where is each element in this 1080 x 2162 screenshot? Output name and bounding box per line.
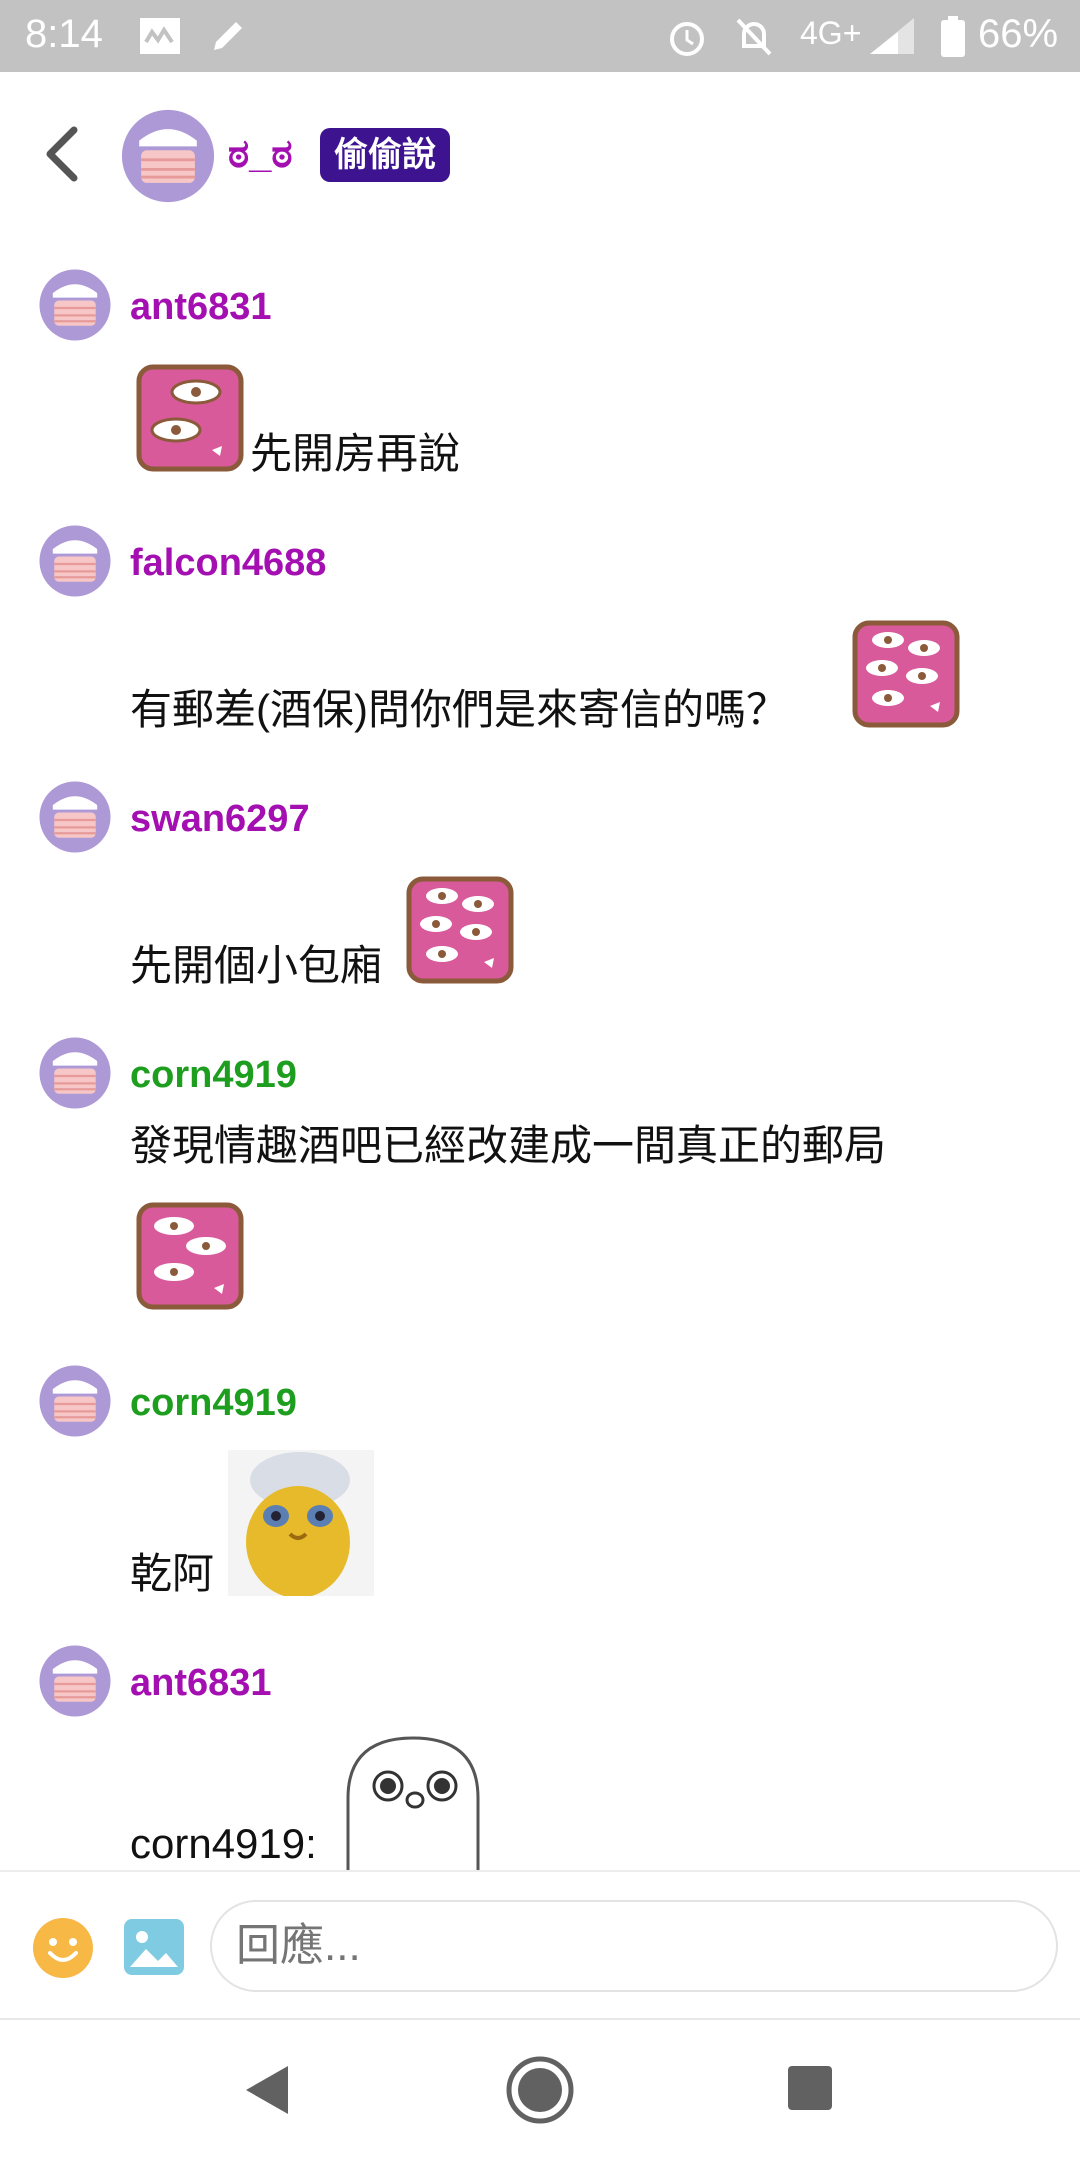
reply-input[interactable] [210, 1900, 1058, 1992]
nav-recents-icon[interactable] [786, 2064, 834, 2117]
message-text: 發現情趣酒吧已經改建成一間真正的郵局 [130, 1122, 887, 1169]
username[interactable]: corn4919 [130, 1054, 297, 1097]
edit-pencil-icon [208, 16, 248, 61]
message-text: corn4919: [130, 1820, 317, 1867]
message-text: 先開房再說 [250, 430, 461, 477]
message-feed[interactable]: ant6831 先開房再說 falcon4688 有郵差(酒保)問你們是來寄信的… [0, 240, 1080, 1870]
reply-composer [0, 1870, 1080, 2020]
back-icon[interactable] [38, 124, 88, 184]
message-text: 有郵差(酒保)問你們是來寄信的嗎？ [130, 686, 788, 733]
room-name: ಠ_ಠ [228, 132, 293, 176]
message-text: 乾阿 [130, 1550, 215, 1597]
system-nav-bar [0, 2018, 1080, 2162]
signal-icon [868, 16, 916, 61]
nav-back-icon[interactable] [242, 2062, 292, 2123]
network-type: 4G+ [800, 15, 862, 51]
username[interactable]: falcon4688 [130, 542, 326, 585]
image-notification-icon [138, 16, 182, 61]
status-time: 8:14 [25, 12, 103, 56]
user-avatar[interactable] [38, 1644, 112, 1718]
username[interactable]: swan6297 [130, 798, 310, 841]
user-avatar[interactable] [38, 780, 112, 854]
username[interactable]: ant6831 [130, 1662, 272, 1705]
user-avatar[interactable] [38, 524, 112, 598]
eyes-sticker-icon [406, 876, 514, 984]
white-ghost-sticker-icon [338, 1728, 488, 1870]
user-avatar[interactable] [38, 1364, 112, 1438]
username[interactable]: corn4919 [130, 1382, 297, 1425]
message-text: 先開個小包廂 [130, 942, 383, 989]
battery-icon [940, 16, 966, 63]
battery-percent: 66% [978, 12, 1059, 56]
username[interactable]: ant6831 [130, 286, 272, 329]
alarm-icon [666, 16, 708, 63]
nav-home-icon[interactable] [506, 2056, 574, 2129]
yellow-bird-sticker-icon [228, 1450, 374, 1598]
room-avatar[interactable] [120, 108, 216, 204]
status-bar: 8:14 4G+ 66% [0, 0, 1080, 72]
user-avatar[interactable] [38, 1036, 112, 1110]
user-avatar[interactable] [38, 268, 112, 342]
chat-header: ಠ_ಠ 偷偷說 [0, 72, 1080, 240]
muted-bell-icon [734, 16, 774, 63]
eyes-sticker-icon [136, 1202, 244, 1310]
emoji-icon[interactable] [32, 1917, 94, 1979]
eyes-sticker-icon [136, 364, 244, 472]
room-badge: 偷偷說 [320, 128, 450, 182]
eyes-sticker-icon [852, 620, 960, 728]
image-upload-icon[interactable] [122, 1917, 186, 1977]
